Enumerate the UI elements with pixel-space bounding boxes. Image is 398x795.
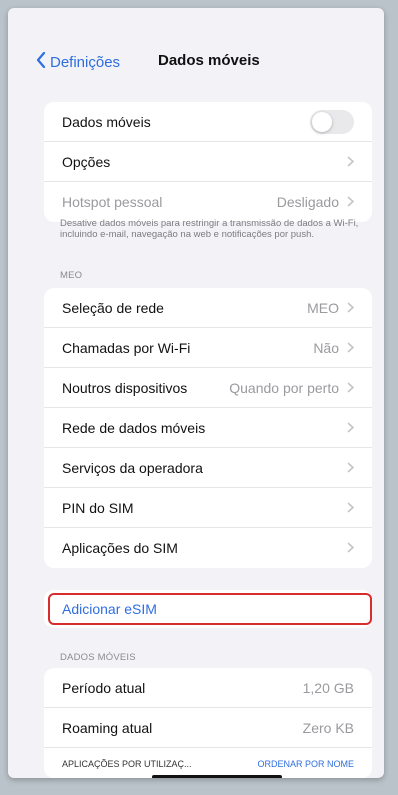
chevron-right-icon — [347, 340, 355, 356]
carrier-group: Seleção de rede MEO Chamadas por Wi-Fi N… — [44, 288, 372, 568]
mobile-data-group: Dados móveis Opções Hotspot pessoal Desl… — [44, 102, 372, 222]
options-row[interactable]: Opções — [44, 142, 372, 182]
current-period-row: Período atual 1,20 GB — [44, 668, 372, 708]
hotspot-label: Hotspot pessoal — [62, 194, 163, 210]
back-button-label: Definições — [50, 53, 121, 71]
wifi-calls-label: Chamadas por Wi-Fi — [62, 339, 191, 356]
roaming-label: Roaming atual — [62, 719, 153, 736]
mobile-data-label: Dados móveis — [62, 113, 151, 130]
current-period-label: Período atual — [62, 679, 146, 696]
mobile-data-toggle[interactable] — [310, 109, 354, 134]
sim-pin-row[interactable]: PIN do SIM — [44, 488, 372, 528]
toggle-knob — [312, 111, 332, 132]
other-devices-label: Noutros dispositivos — [62, 379, 188, 396]
mobile-data-network-label: Rede de dados móveis — [62, 419, 206, 436]
apps-by-usage-label: APLICAÇÕES POR UTILIZAÇ... — [62, 759, 192, 769]
chevron-right-icon — [347, 154, 355, 170]
sim-apps-label: Aplicações do SIM — [62, 540, 178, 556]
hotspot-value: Desligado — [276, 194, 339, 210]
chevron-right-icon — [347, 194, 355, 210]
add-esim-label: Adicionar eSIM — [62, 601, 157, 617]
network-selection-label: Seleção de rede — [62, 299, 164, 316]
current-period-value: 1,20 GB — [302, 679, 354, 696]
page-title: Dados móveis — [158, 52, 260, 69]
carrier-section-header: MEO — [60, 270, 83, 281]
usage-group: Período atual 1,20 GB Roaming atual Zero… — [44, 668, 372, 778]
navigation-bar: Definições Dados móveis — [8, 44, 384, 88]
apps-header-row: APLICAÇÕES POR UTILIZAÇ... ORDENAR POR N… — [44, 748, 372, 778]
hotspot-row[interactable]: Hotspot pessoal Desligado — [44, 182, 372, 222]
chevron-right-icon — [347, 420, 355, 436]
chevron-right-icon — [347, 460, 355, 476]
back-button[interactable]: Definições — [36, 51, 121, 72]
chevron-right-icon — [347, 540, 355, 556]
network-selection-row[interactable]: Seleção de rede MEO — [44, 288, 372, 328]
other-devices-value: Quando por perto — [229, 379, 339, 396]
chevron-left-icon — [36, 51, 50, 72]
mobile-data-row[interactable]: Dados móveis — [44, 102, 372, 142]
wifi-calls-value: Não — [313, 339, 339, 356]
roaming-row: Roaming atual Zero KB — [44, 708, 372, 748]
options-label: Opções — [62, 153, 111, 170]
sim-apps-row[interactable]: Aplicações do SIM — [44, 528, 372, 568]
sort-by-name-button[interactable]: ORDENAR POR NOME — [257, 759, 354, 769]
other-devices-row[interactable]: Noutros dispositivos Quando por perto — [44, 368, 372, 408]
chevron-right-icon — [347, 380, 355, 396]
chevron-right-icon — [347, 300, 355, 316]
network-selection-value: MEO — [307, 299, 339, 316]
esim-group: Adicionar eSIM — [44, 590, 372, 628]
usage-section-header: DADOS MÓVEIS — [60, 652, 136, 663]
mobile-data-footnote: Desative dados móveis para restringir a … — [60, 218, 359, 240]
mobile-data-network-row[interactable]: Rede de dados móveis — [44, 408, 372, 448]
carrier-services-label: Serviços da operadora — [62, 459, 203, 476]
wifi-calls-row[interactable]: Chamadas por Wi-Fi Não — [44, 328, 372, 368]
chevron-right-icon — [347, 500, 355, 516]
add-esim-row[interactable]: Adicionar eSIM — [44, 590, 372, 628]
home-indicator[interactable] — [152, 775, 282, 778]
carrier-services-row[interactable]: Serviços da operadora — [44, 448, 372, 488]
roaming-value: Zero KB — [302, 719, 354, 736]
settings-screen: Definições Dados móveis Dados móveis Opç… — [8, 8, 384, 778]
sim-pin-label: PIN do SIM — [62, 499, 134, 516]
